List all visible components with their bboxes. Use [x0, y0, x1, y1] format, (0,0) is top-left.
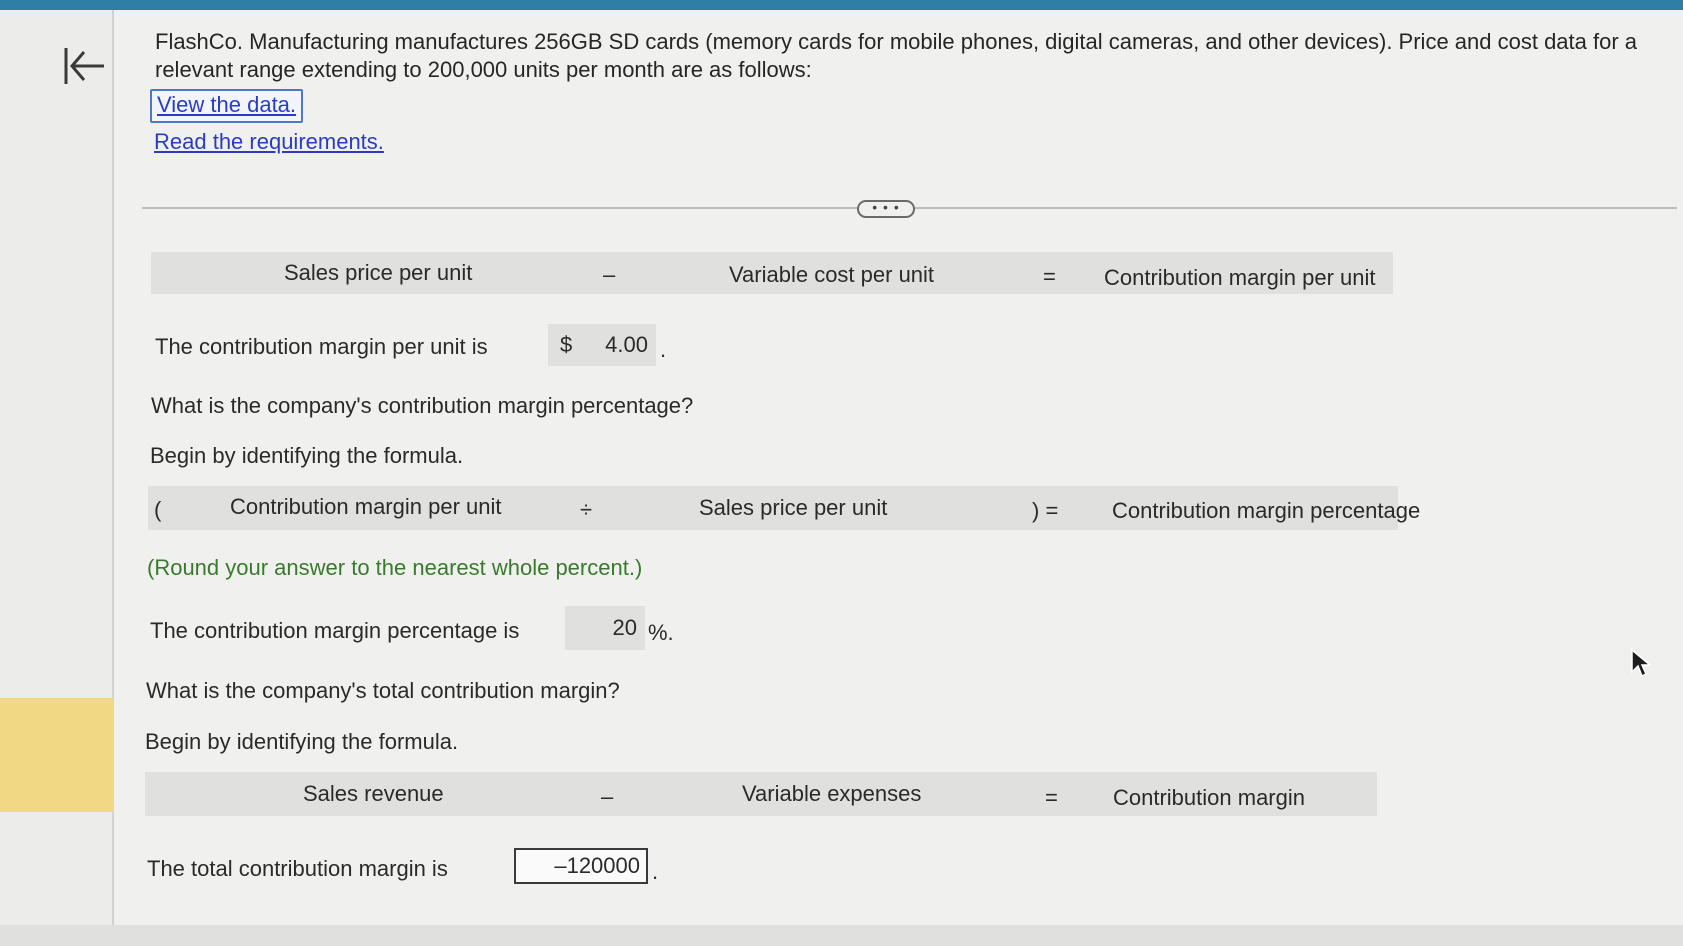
formula-term-cm-per-unit: Contribution margin per unit	[230, 494, 502, 519]
formula-term-sales-price-2: Sales price per unit	[699, 495, 888, 520]
collapse-left-icon[interactable]	[62, 44, 108, 90]
formula-operator-divide: ÷	[580, 497, 593, 522]
answer-field-cm-per-unit[interactable]: $ 4.00	[548, 324, 656, 366]
formula-equals-3: =	[1045, 785, 1058, 810]
answer-field-cm-percentage[interactable]: 20	[565, 606, 645, 650]
formula-term-sales-price: Sales price per unit	[284, 260, 473, 285]
answer-label-total-cm: The total contribution margin is	[147, 856, 448, 881]
answer-suffix-3: .	[652, 859, 659, 884]
formula-close-equals: ) =	[1032, 498, 1059, 523]
cm-per-unit-value: 4.00	[605, 332, 648, 357]
mouse-pointer-icon	[1631, 648, 1652, 678]
answer-label-cm-per-unit: The contribution margin per unit is	[155, 334, 488, 359]
percent-suffix: %.	[648, 620, 674, 645]
answer-label-cm-percentage: The contribution margin percentage is	[150, 618, 520, 643]
formula-row-cm-percentage: ( Contribution margin per unit ÷ Sales p…	[148, 486, 1420, 530]
formula-term-sales-revenue: Sales revenue	[303, 781, 444, 806]
formula-term-variable-cost: Variable cost per unit	[729, 262, 935, 287]
question-cm-percentage: What is the company's contribution margi…	[151, 393, 694, 418]
formula-result-cm-per-unit: Contribution margin per unit	[1104, 265, 1376, 290]
instruction-identify-formula: Begin by identifying the formula.	[150, 443, 464, 468]
formula-operator-minus: –	[603, 262, 616, 287]
formula-operator-minus-3: –	[601, 784, 614, 809]
formula-term-variable-expenses: Variable expenses	[742, 781, 922, 806]
answer-suffix: .	[660, 337, 667, 362]
total-cm-input[interactable]: –120000	[514, 848, 648, 884]
highlight-tab[interactable]	[0, 698, 114, 812]
formula-equals: =	[1043, 264, 1056, 289]
instruction-identify-formula-2: Begin by identifying the formula.	[145, 729, 459, 754]
cm-percentage-value: 20	[612, 615, 637, 640]
formula-open-paren: (	[154, 497, 162, 522]
formula-row-total-cm: Sales revenue – Variable expenses = Cont…	[145, 772, 1377, 816]
formula-result-cm: Contribution margin	[1113, 785, 1305, 810]
rounding-note: (Round your answer to the nearest whole …	[147, 555, 643, 580]
read-requirements-link[interactable]: Read the requirements.	[154, 128, 384, 156]
question-total-cm: What is the company's total contribution…	[146, 678, 620, 703]
problem-statement: FlashCo. Manufacturing manufactures 256G…	[155, 29, 1638, 82]
bottom-bar	[0, 925, 1683, 946]
currency-symbol: $	[560, 332, 573, 357]
expand-toggle-button[interactable]: • • •	[857, 200, 915, 218]
view-data-link[interactable]: View the data.	[150, 89, 304, 123]
formula-row-cm-per-unit: Sales price per unit – Variable cost per…	[151, 252, 1393, 294]
formula-result-cm-percentage: Contribution margin percentage	[1112, 498, 1421, 523]
top-bar	[0, 0, 1683, 10]
